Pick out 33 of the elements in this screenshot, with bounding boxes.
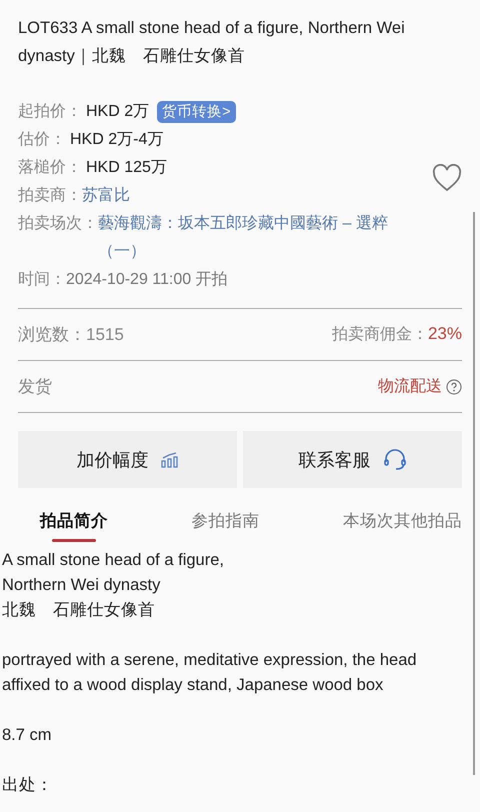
description-paragraph: 8.7 cm (2, 725, 53, 746)
commission-label: 拍卖商佣金： (332, 326, 428, 343)
field-label: 拍卖商： (18, 186, 82, 206)
shipping-label: 发货 (18, 376, 52, 398)
lot-title: LOT633 A small stone head of a figure, Northern Wei dynasty｜北魏 石雕仕女像首 (18, 18, 406, 68)
description-paragraph: 出处： (2, 775, 54, 796)
tab[interactable]: 拍品简介 (40, 510, 108, 542)
field-label: 落槌价： (18, 158, 82, 178)
field-label: 起拍价： (18, 102, 82, 122)
info-value: HKD 2万-4万 (70, 130, 164, 150)
bar-chart-icon (160, 452, 178, 468)
help-icon[interactable] (446, 378, 462, 394)
info-value: 2024-10-29 11:00 开拍 (66, 270, 228, 290)
description-paragraph: A small stone head of a figure, Northern Wei dynasty 北魏 石雕仕女像首 (2, 550, 225, 621)
field-label: 估价： (18, 130, 66, 150)
commission-rate: 23% (428, 324, 462, 343)
bid-increment-button[interactable]: 加价幅度 (18, 431, 237, 488)
tab[interactable]: 本场次其他拍品 (343, 510, 462, 542)
currency-convert-button[interactable]: 货币转换> (157, 101, 236, 123)
customer-service-button[interactable]: 联系客服 (243, 431, 462, 488)
field-label: 拍卖场次： (18, 214, 98, 234)
views-count: 1515 (86, 325, 124, 344)
tab[interactable]: 参拍指南 (192, 510, 260, 542)
field-label: 时间： (18, 270, 66, 290)
description-paragraph: portrayed with a serene, meditative expression, the head affixed to a wood display stand, Japanese wood box (2, 650, 418, 696)
info-link[interactable]: 藝海觀濤：坂本五郎珍藏中國藝術 – 選粹（一） (98, 210, 432, 266)
info-value: HKD 125万 (86, 158, 167, 178)
shipping-method: 物流配送 (378, 376, 442, 397)
info-value: HKD 2万 (86, 102, 150, 122)
heart-icon[interactable] (432, 164, 462, 192)
headset-icon (382, 448, 406, 472)
info-link[interactable]: 苏富比 (82, 182, 130, 210)
views-label: 浏览数： (18, 325, 86, 344)
